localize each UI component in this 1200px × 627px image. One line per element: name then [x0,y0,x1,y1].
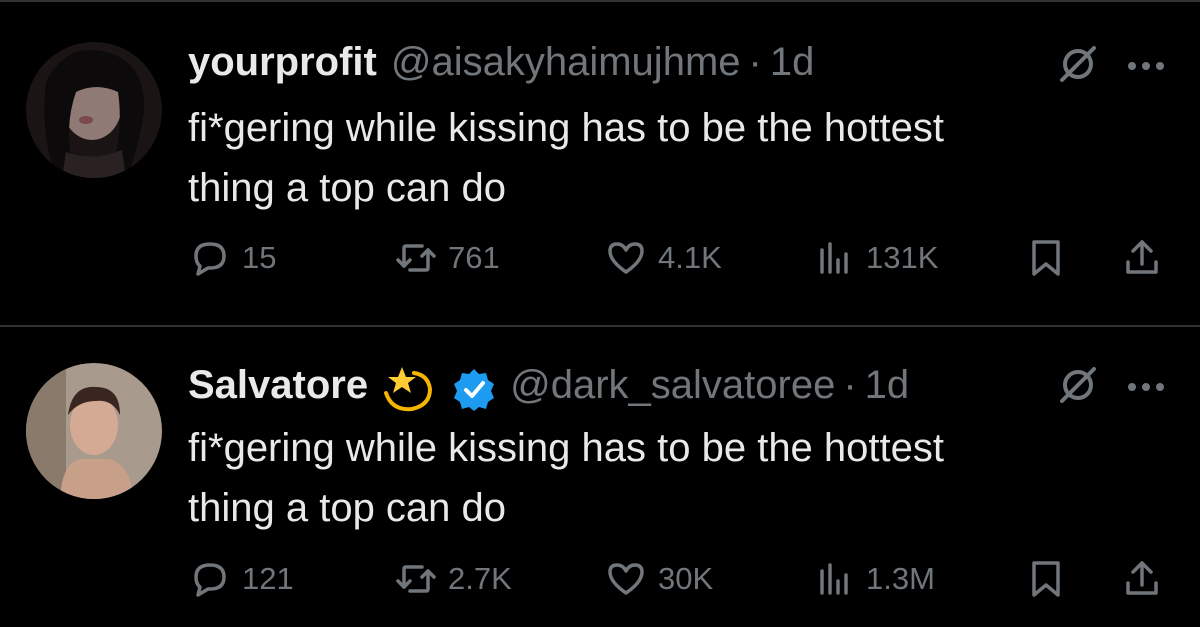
tweet-text: fi*gering while kissing has to be the ho… [188,418,1148,538]
heart-icon [608,563,644,595]
separator-dot: · [748,40,762,84]
like-button[interactable]: 4.1K [604,236,722,280]
share-icon [1126,240,1158,274]
tweet[interactable]: Salvatore @dark_salvatoree · 1d fi*gerin… [0,327,1200,627]
views-count: 1.3M [866,561,935,596]
like-button[interactable]: 30K [604,557,713,601]
reply-count: 121 [242,561,294,596]
views-button[interactable]: 131K [812,236,938,280]
reply-count: 15 [242,240,277,275]
grok-icon[interactable] [1056,42,1100,86]
views-button[interactable]: 1.3M [812,557,935,601]
bookmark-button[interactable] [1024,557,1068,601]
retweet-button[interactable]: 761 [394,236,500,280]
reply-button[interactable]: 15 [188,236,276,280]
tweet-text-line: thing a top can do [188,166,507,210]
grok-icon[interactable] [1056,363,1100,407]
share-icon [1126,561,1158,595]
retweet-icon [396,244,436,272]
retweet-count: 2.7K [448,561,512,596]
heart-icon [608,242,644,274]
share-button[interactable] [1120,557,1164,601]
tweet-header: yourprofit @aisakyhaimujhme · 1d [188,40,814,85]
retweet-button[interactable]: 2.7K [394,557,512,601]
views-icon [820,242,848,274]
dizzy-star-emoji [384,367,433,412]
action-bar: 121 2.7K 30K 1.3M [0,557,1200,613]
separator-dot: · [843,363,857,407]
timestamp[interactable]: 1d [865,363,910,408]
handle[interactable]: @aisakyhaimujhme [391,40,741,85]
bookmark-icon [1032,240,1060,276]
bookmark-icon [1032,561,1060,597]
handle[interactable]: @dark_salvatoree [510,363,835,408]
tweet-text: fi*gering while kissing has to be the ho… [188,98,1148,218]
more-icon[interactable] [1126,381,1166,393]
reply-icon [194,242,226,276]
like-count: 4.1K [658,240,722,275]
timestamp[interactable]: 1d [770,40,815,85]
views-icon [820,563,848,595]
tweet-header: Salvatore @dark_salvatoree · 1d [188,363,909,415]
reply-icon [194,563,226,597]
share-button[interactable] [1120,236,1164,280]
verified-badge-icon[interactable] [452,367,496,411]
more-icon[interactable] [1126,60,1166,72]
display-name[interactable]: yourprofit [188,40,377,85]
tweet[interactable]: yourprofit @aisakyhaimujhme · 1d fi*geri… [0,0,1200,326]
avatar[interactable] [26,42,162,178]
tweet-text-line: fi*gering while kissing has to be the ho… [188,106,944,150]
action-bar: 15 761 4.1K 131K [0,236,1200,292]
like-count: 30K [658,561,714,596]
retweet-icon [396,565,436,593]
views-count: 131K [866,240,939,275]
tweet-text-line: thing a top can do [188,486,507,530]
display-name[interactable]: Salvatore [188,363,368,408]
avatar[interactable] [26,363,162,499]
reply-button[interactable]: 121 [188,557,294,601]
retweet-count: 761 [448,240,500,275]
tweet-text-line: fi*gering while kissing has to be the ho… [188,426,944,470]
bookmark-button[interactable] [1024,236,1068,280]
